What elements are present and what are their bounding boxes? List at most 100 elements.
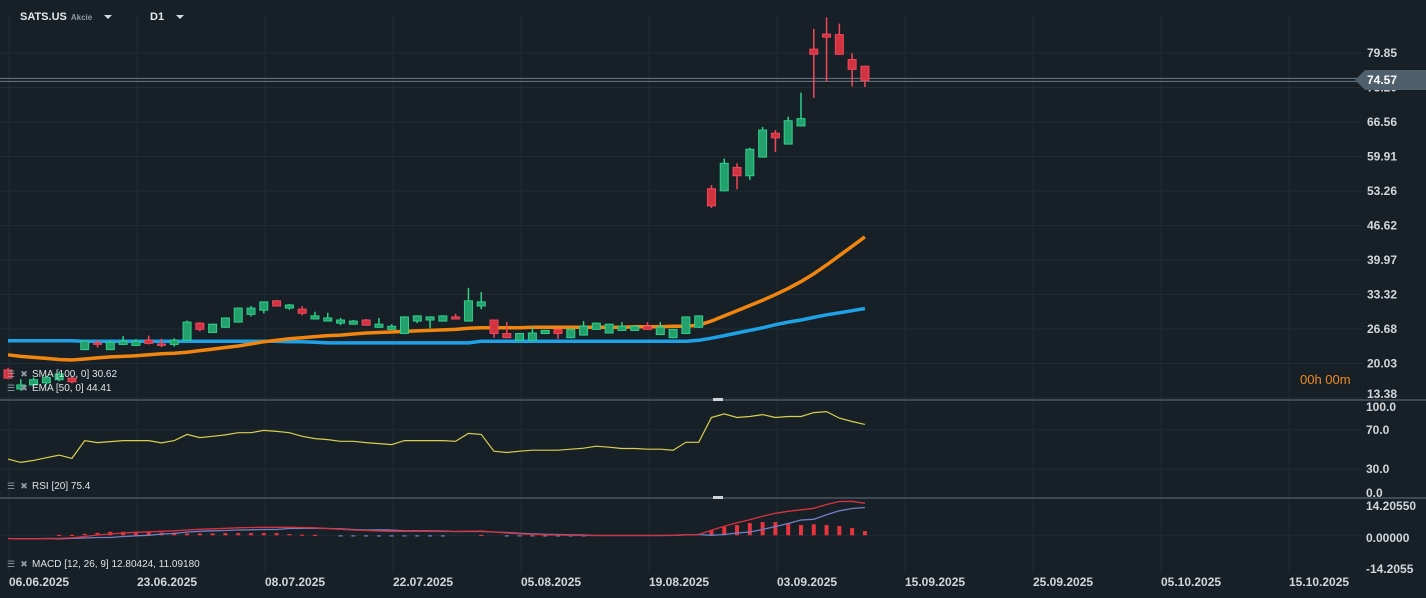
bullish-candle[interactable] — [80, 340, 90, 351]
bearish-candle[interactable] — [770, 130, 780, 152]
candle-body — [706, 188, 716, 207]
candle-body — [336, 319, 346, 324]
candle-body — [604, 323, 614, 334]
macd-histogram-bar — [236, 533, 241, 536]
pane-resize-handle[interactable] — [713, 398, 723, 401]
bullish-candle[interactable] — [412, 315, 422, 324]
bearish-candle[interactable] — [361, 318, 371, 326]
bullish-candle[interactable] — [208, 323, 218, 334]
settings-icon[interactable]: ☰ — [6, 559, 16, 570]
bullish-candle[interactable] — [246, 306, 256, 317]
chevron-down-icon — [176, 15, 185, 19]
bullish-candle[interactable] — [425, 316, 435, 329]
time-axis-label: 06.06.2025 — [9, 575, 69, 589]
candle-body — [540, 329, 550, 335]
macd-histogram-bar — [57, 534, 62, 536]
bullish-candle[interactable] — [233, 307, 243, 323]
bearish-candle[interactable] — [272, 300, 282, 307]
candle-body — [515, 333, 525, 341]
timeframe-label: D1 — [150, 11, 165, 23]
bearish-candle[interactable] — [553, 328, 563, 339]
bullish-candle[interactable] — [796, 92, 806, 127]
bullish-candle[interactable] — [681, 316, 691, 335]
bullish-candle[interactable] — [758, 126, 768, 158]
bullish-candle[interactable] — [655, 322, 665, 336]
bearish-candle[interactable] — [822, 17, 832, 82]
close-icon[interactable]: ✖ — [19, 369, 29, 380]
bearish-candle[interactable] — [502, 322, 512, 339]
price-pane[interactable] — [3, 17, 870, 391]
bullish-candle[interactable] — [604, 323, 614, 334]
candle-body — [834, 34, 844, 55]
bullish-candle[interactable] — [719, 158, 729, 192]
bullish-candle[interactable] — [540, 329, 550, 335]
bullish-candle[interactable] — [591, 322, 601, 330]
candle-body — [259, 301, 269, 311]
bullish-candle[interactable] — [348, 320, 358, 325]
settings-icon[interactable]: ☰ — [6, 383, 16, 394]
bullish-candle[interactable] — [694, 315, 704, 328]
bearish-candle[interactable] — [834, 23, 844, 55]
bullish-candle[interactable] — [182, 320, 192, 341]
bearish-candle[interactable] — [706, 185, 716, 208]
bearish-candle[interactable] — [451, 313, 461, 320]
close-icon[interactable]: ✖ — [19, 481, 29, 492]
settings-icon[interactable]: ☰ — [6, 481, 16, 492]
candle-body — [144, 339, 154, 344]
bullish-candle[interactable] — [284, 303, 294, 310]
time-axis-label: 08.07.2025 — [265, 575, 325, 589]
candle-body — [643, 325, 652, 330]
candle-body — [425, 316, 435, 321]
bullish-candle[interactable] — [374, 317, 384, 328]
bullish-candle[interactable] — [463, 287, 473, 322]
ema-legend: ☰ ✖ EMA [50, 0] 44.41 — [6, 383, 112, 394]
candle-body — [412, 315, 422, 322]
bullish-candle[interactable] — [515, 333, 525, 341]
bullish-candle[interactable] — [323, 312, 333, 322]
bullish-candle[interactable] — [783, 116, 793, 145]
bearish-candle[interactable] — [860, 65, 870, 87]
macd-histogram-bar — [786, 523, 791, 536]
symbol-selector[interactable]: SATS.US Akcie — [20, 11, 113, 23]
bullish-candle[interactable] — [399, 316, 409, 335]
candle-body — [182, 321, 192, 341]
macd-histogram-bar — [824, 525, 829, 536]
close-icon[interactable]: ✖ — [19, 559, 29, 570]
pane-resize-handle[interactable] — [713, 496, 723, 499]
bullish-candle[interactable] — [169, 338, 179, 347]
bearish-candle[interactable] — [195, 322, 205, 332]
bearish-candle[interactable] — [144, 335, 154, 345]
bullish-candle[interactable] — [668, 328, 678, 339]
chart-canvas[interactable]: 06.06.2025 23.06.2025 08.07.2025 22.07.2025… — [0, 0, 1426, 598]
bullish-candle[interactable] — [617, 322, 627, 331]
bullish-candle[interactable] — [387, 324, 397, 330]
bullish-candle[interactable] — [220, 317, 230, 328]
time-axis-label: 03.09.2025 — [777, 575, 837, 589]
bullish-candle[interactable] — [336, 317, 346, 326]
candle-body — [156, 343, 166, 346]
close-icon[interactable]: ✖ — [19, 383, 29, 394]
bearish-candle[interactable] — [732, 163, 742, 190]
bullish-candle[interactable] — [259, 301, 269, 314]
settings-icon[interactable]: ☰ — [6, 369, 16, 380]
macd-histogram-bar — [249, 533, 254, 536]
candle-body — [579, 325, 589, 336]
candle-body — [476, 301, 486, 307]
timeframe-selector[interactable]: D1 — [150, 11, 185, 23]
macd-histogram-bar — [185, 533, 190, 536]
bullish-candle[interactable] — [745, 147, 755, 180]
candle-body — [297, 308, 307, 314]
bearish-candle[interactable] — [297, 306, 307, 316]
macd-histogram-bar — [351, 535, 356, 537]
bullish-candle[interactable] — [579, 321, 589, 336]
bullish-candle[interactable] — [630, 325, 640, 331]
candle-body — [93, 342, 103, 345]
bearish-candle[interactable] — [489, 319, 499, 338]
macd-histogram-bar — [274, 533, 279, 536]
macd-histogram-bar — [312, 534, 317, 536]
bullish-candle[interactable] — [566, 328, 576, 339]
bearish-candle[interactable] — [643, 322, 652, 330]
chevron-down-icon — [104, 15, 113, 19]
bullish-candle[interactable] — [310, 311, 320, 320]
bullish-candle[interactable] — [438, 315, 448, 322]
